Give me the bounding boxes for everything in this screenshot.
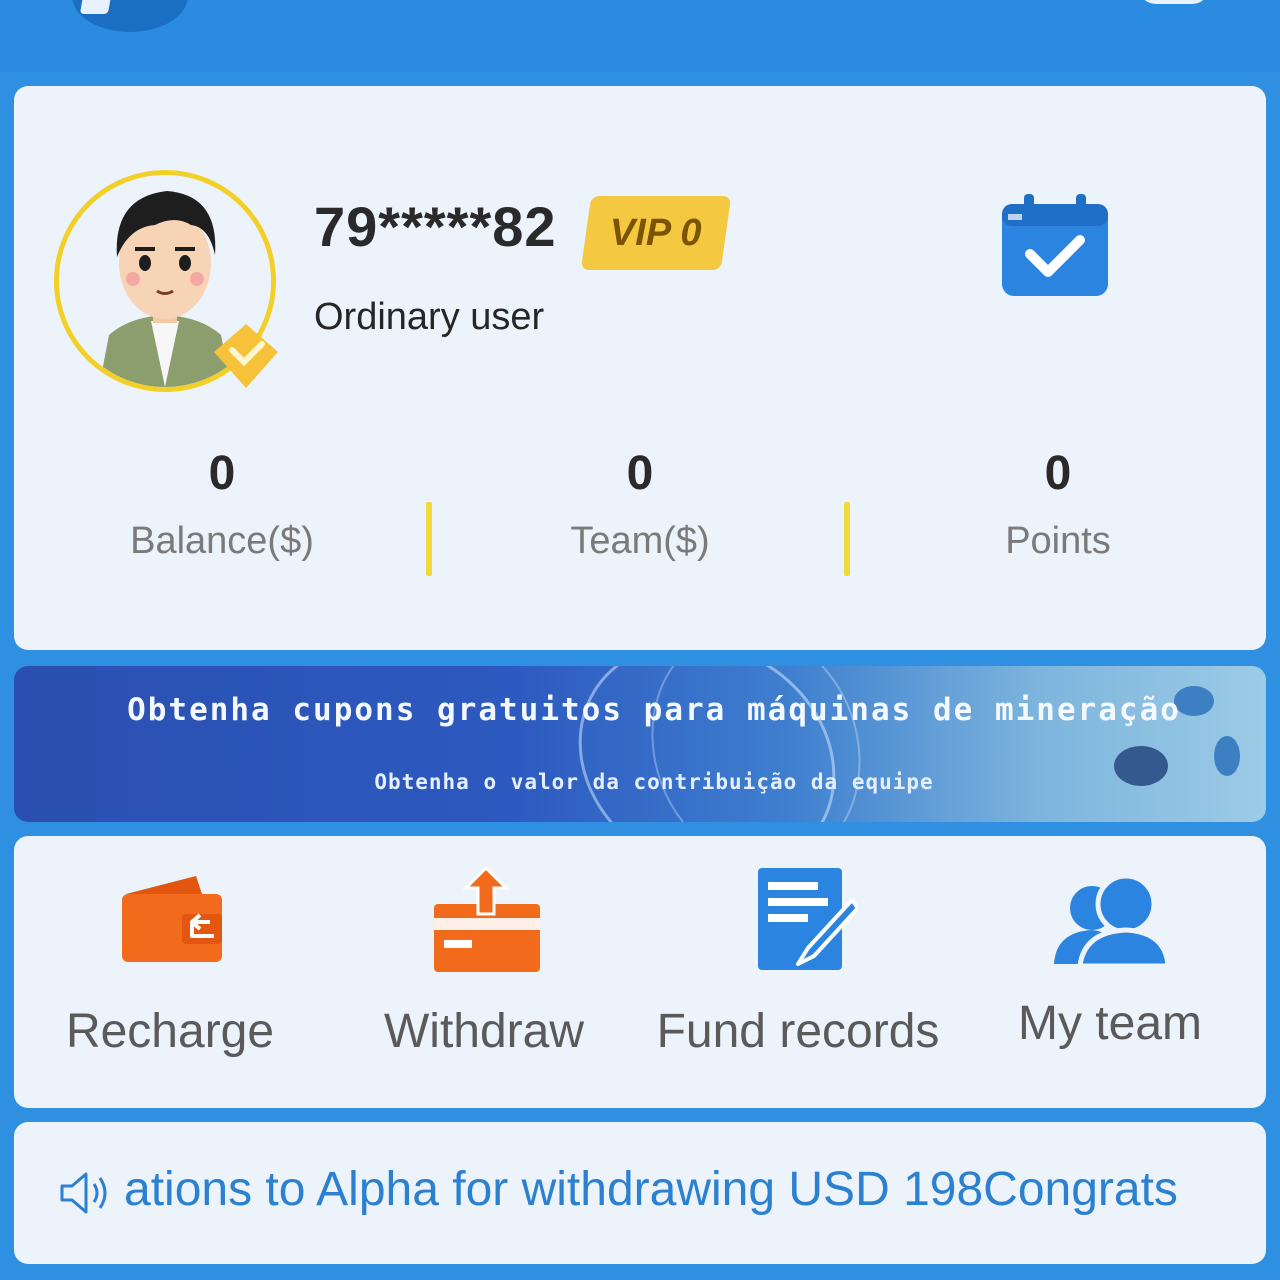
wallet-icon <box>122 876 222 962</box>
notice-bar[interactable]: ations to Alpha for withdrawing USD 198C… <box>14 1122 1266 1264</box>
action-label: Fund records <box>656 1005 940 1058</box>
speaker-icon <box>58 1170 114 1216</box>
fund-records-button[interactable]: Fund records <box>648 864 948 1094</box>
action-label: My team <box>1017 997 1203 1050</box>
withdraw-icon <box>434 865 540 972</box>
profile-card: 79*****82 VIP 0 Ordinary user 0 Balance(… <box>14 86 1266 650</box>
my-team-button[interactable]: My team <box>960 864 1260 1094</box>
checkin-calendar-icon[interactable] <box>1000 192 1110 298</box>
stat-points[interactable]: 0 Points <box>908 446 1208 563</box>
banner-title: Obtenha cupons gratuitos para máquinas d… <box>127 692 1181 728</box>
verified-badge-icon <box>210 320 282 392</box>
action-label: Withdraw <box>383 1005 585 1058</box>
notice-marquee-text: ations to Alpha for withdrawing USD 198C… <box>124 1163 1178 1216</box>
stat-balance[interactable]: 0 Balance($) <box>72 446 372 563</box>
message-icon[interactable] <box>1138 0 1210 4</box>
app-logo-icon <box>72 0 188 32</box>
banner-subtitle: Obtenha o valor da contribuição da equip… <box>374 770 934 794</box>
stats-row: 0 Balance($) 0 Team($) 0 Points <box>14 446 1266 586</box>
team-icon <box>1054 873 1170 969</box>
vip-label: VIP 0 <box>610 211 702 254</box>
withdraw-button[interactable]: Withdraw <box>334 864 634 1094</box>
stat-value: 0 <box>1044 447 1072 500</box>
quick-actions-card: Recharge Withdraw Fund records My team <box>14 836 1266 1108</box>
stat-label: Team($) <box>570 520 710 562</box>
document-edit-icon <box>758 868 858 970</box>
action-label: Recharge <box>65 1005 275 1058</box>
stat-divider <box>844 502 850 576</box>
recharge-button[interactable]: Recharge <box>20 864 320 1094</box>
promo-banner[interactable]: Obtenha cupons gratuitos para máquinas d… <box>14 666 1266 822</box>
vip-badge: VIP 0 <box>580 196 732 270</box>
stat-divider <box>426 502 432 576</box>
stat-value: 0 <box>208 447 236 500</box>
top-bar <box>0 0 1280 72</box>
stat-label: Balance($) <box>130 520 314 562</box>
username: 79*****82 <box>314 195 557 258</box>
stat-label: Points <box>1005 520 1111 562</box>
user-type: Ordinary user <box>314 296 545 338</box>
stat-team[interactable]: 0 Team($) <box>490 446 790 563</box>
stat-value: 0 <box>626 447 654 500</box>
